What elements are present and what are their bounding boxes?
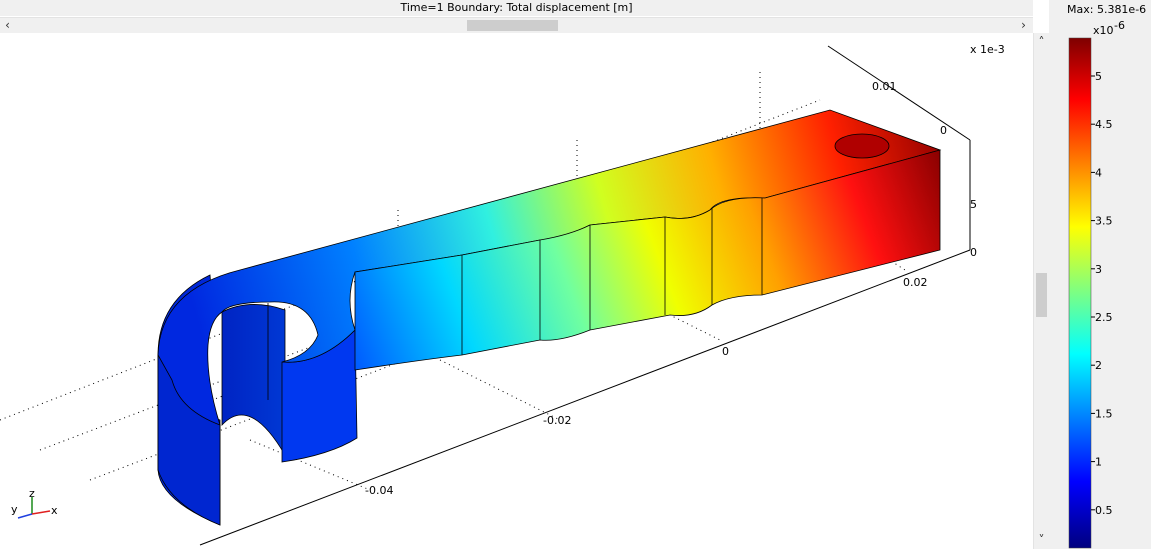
- colorbar-tick-label: 4: [1095, 166, 1102, 179]
- colorbar-exponent: -6: [1114, 19, 1125, 32]
- colorbar-tick-label: 3.5: [1095, 215, 1113, 228]
- x-tick-label: -0.02: [543, 414, 571, 427]
- colorbar-tick-label: 2.5: [1095, 311, 1113, 324]
- vertical-scroll-thumb[interactable]: [1036, 273, 1047, 317]
- z-tick-label: 5: [970, 198, 977, 211]
- vertical-scrollbar[interactable]: ˄ ˅: [1033, 33, 1049, 549]
- horizontal-scrollbar[interactable]: ‹ ›: [0, 17, 1033, 34]
- colorbar-exponent-base: x10: [1093, 24, 1114, 37]
- colorbar-ticks: 5 4.5 4 3.5 3 2.5 2 1.5 1 0.5: [1091, 70, 1113, 517]
- axis-triad-icon: z x y: [11, 487, 58, 519]
- colorbar-tick-label: 1: [1095, 456, 1102, 469]
- colorbar-panel: Max: 5.381e-6 x10 -6 5 4.5 4 3.5 3 2.5 2 1.5 1 0.…: [1049, 0, 1151, 549]
- graphics-canvas[interactable]: -0.04 -0.02 0 0.02 0.01 0 5 0 z x y x 1e…: [0, 33, 1033, 549]
- z-tick-label: 0: [970, 246, 977, 259]
- x-tick-label: -0.04: [365, 484, 393, 497]
- colorbar-tick-label: 4.5: [1095, 118, 1113, 131]
- horizontal-scroll-thumb[interactable]: [467, 20, 558, 31]
- scroll-down-icon[interactable]: ˅: [1034, 533, 1049, 548]
- colorbar-tick-label: 2: [1095, 359, 1102, 372]
- colorbar: x10 -6 5 4.5 4 3.5 3 2.5 2 1.5 1 0.5: [1068, 19, 1125, 549]
- 3d-plot-svg[interactable]: -0.04 -0.02 0 0.02 0.01 0 5 0 z x y: [0, 33, 1033, 549]
- colorbar-gradient: [1068, 37, 1092, 549]
- x-tick-label: 0: [722, 345, 729, 358]
- plot-title-bar: Time=1 Boundary: Total displacement [m]: [0, 0, 1033, 16]
- colorbar-tick-label: 1.5: [1095, 407, 1113, 420]
- colorbar-tick-label: 3: [1095, 263, 1102, 276]
- scroll-right-icon[interactable]: ›: [1016, 18, 1031, 33]
- plot-title: Time=1 Boundary: Total displacement [m]: [400, 1, 633, 14]
- y-tick-label: 0.01: [872, 80, 897, 93]
- svg-text:x: x: [51, 504, 58, 517]
- bracket-geometry: [157, 109, 942, 526]
- colorbar-tick-label: 0.5: [1095, 504, 1113, 517]
- x-tick-label: 0.02: [903, 276, 928, 289]
- y-tick-label: 0: [940, 124, 947, 137]
- svg-text:z: z: [29, 487, 35, 500]
- scroll-left-icon[interactable]: ‹: [0, 18, 15, 33]
- scroll-up-icon[interactable]: ˄: [1034, 35, 1049, 50]
- colorbar-tick-label: 5: [1095, 70, 1102, 83]
- svg-text:y: y: [11, 503, 18, 516]
- axis-scale-label: x 1e-3: [970, 43, 1005, 56]
